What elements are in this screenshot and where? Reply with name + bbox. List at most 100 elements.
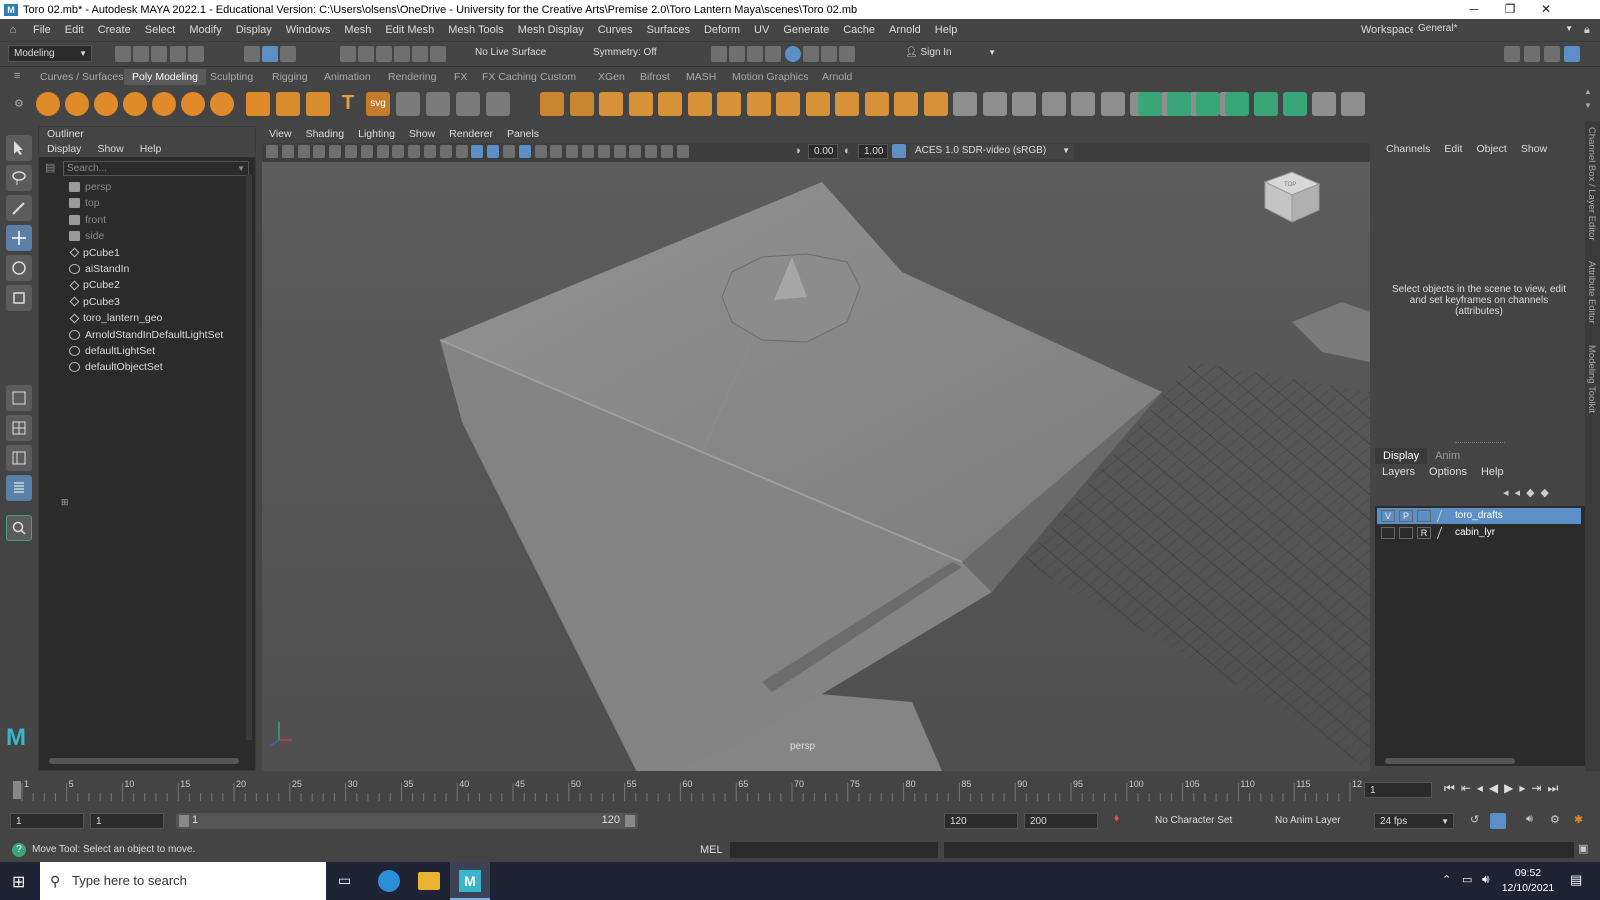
layer-menu-layers[interactable]: Layers (1375, 464, 1422, 480)
camera-attributes-icon[interactable] (281, 145, 294, 158)
poly-sphere-icon[interactable] (36, 92, 60, 116)
playback-end-field[interactable]: 120 (944, 813, 1018, 829)
minimize-icon[interactable]: ─ (1456, 0, 1492, 19)
sweep-mesh-icon[interactable] (276, 92, 300, 116)
depth-of-field-icon[interactable] (613, 145, 626, 158)
render-view-icon[interactable] (711, 46, 727, 62)
layer-tab-anim[interactable]: Anim (1427, 448, 1468, 464)
script-editor-icon[interactable]: ▣ (1578, 842, 1588, 855)
menu-uv[interactable]: UV (747, 19, 776, 41)
layer-playback-toggle[interactable]: P (1399, 510, 1413, 522)
network-icon[interactable]: ▭ (1462, 873, 1472, 886)
render-frame-icon[interactable] (729, 46, 745, 62)
save-scene-icon[interactable] (151, 46, 167, 62)
restore-icon[interactable]: ❐ (1492, 0, 1528, 19)
shelf-scroll-up-icon[interactable]: ▲ (1584, 87, 1592, 96)
default-material-icon[interactable] (503, 145, 515, 158)
close-icon[interactable]: ✕ (1528, 0, 1564, 19)
viewport-menu-panels[interactable]: Panels (500, 126, 546, 143)
cache-playback-icon[interactable] (1490, 813, 1506, 829)
bookmarks-icon[interactable] (297, 145, 310, 158)
toggle-attribute-editor-icon[interactable] (1524, 46, 1540, 62)
scale-tool-icon[interactable] (6, 285, 32, 311)
append-icon[interactable] (835, 92, 859, 116)
collapse-icon[interactable] (894, 92, 918, 116)
safe-title-icon[interactable] (455, 145, 468, 158)
move-tool-icon[interactable] (6, 225, 32, 251)
shelf-tab-fx[interactable]: FX (446, 69, 475, 86)
anim-preferences-icon[interactable]: ⚙︎ (1550, 813, 1560, 826)
sound-icon[interactable]: 🔊︎ (1526, 813, 1533, 826)
shelf-tab-bifrost[interactable]: Bifrost (632, 69, 678, 86)
side-tab-channel-box-layer-editor[interactable]: Channel Box / Layer Editor (1586, 127, 1597, 241)
shadows-icon[interactable] (550, 145, 563, 158)
viewport-menu-shading[interactable]: Shading (299, 126, 352, 143)
menu-curves[interactable]: Curves (591, 19, 640, 41)
rotate-tool-icon[interactable] (6, 255, 32, 281)
wedge-icon[interactable] (953, 92, 977, 116)
multi-cut-icon[interactable] (426, 92, 450, 116)
viewport-menu-lighting[interactable]: Lighting (351, 126, 402, 143)
mirror-icon[interactable] (599, 92, 623, 116)
unfold-icon[interactable] (1254, 92, 1278, 116)
home-icon[interactable]: ⌂ (0, 24, 26, 36)
volume-icon[interactable]: 🔊︎ (1482, 872, 1490, 887)
outliner-menu-show[interactable]: Show (89, 141, 131, 157)
snap-curve-icon[interactable] (358, 46, 374, 62)
render-settings-icon[interactable] (765, 46, 781, 62)
file-explorer-icon[interactable] (418, 872, 440, 890)
outliner-horizontal-scrollbar[interactable] (49, 758, 239, 764)
layer-color-swatch[interactable] (1436, 527, 1452, 539)
shelf-tab-animation[interactable]: Animation (316, 69, 379, 86)
menu-display[interactable]: Display (229, 19, 279, 41)
go-to-end-icon[interactable]: ⏭ (1547, 781, 1558, 796)
clock-date[interactable]: 12/10/2021 (1500, 882, 1556, 894)
menu-surfaces[interactable]: Surfaces (640, 19, 697, 41)
select-camera-icon[interactable] (266, 145, 278, 158)
command-input[interactable] (730, 842, 938, 858)
smooth-shade-icon[interactable] (487, 145, 500, 158)
sign-in-button[interactable]: 👤︎ Sign In ▼ (900, 45, 1000, 62)
wireframe-icon[interactable] (471, 145, 484, 158)
shelf-tab-poly-modeling[interactable]: Poly Modeling (124, 69, 206, 86)
shelf-tab-curves-surfaces[interactable]: Curves / Surfaces (32, 69, 131, 86)
script-language-toggle[interactable]: MEL (700, 844, 723, 856)
snap-point-icon[interactable] (376, 46, 392, 62)
anti-aliasing-icon[interactable] (597, 145, 610, 158)
menuset-dropdown[interactable]: Modeling ▼ (8, 45, 92, 62)
film-gate-icon[interactable] (376, 145, 389, 158)
target-weld-icon[interactable] (456, 92, 480, 116)
layer-row-cabin-lyr[interactable]: Rcabin_lyr (1377, 525, 1581, 541)
poly-helix-icon[interactable] (306, 92, 330, 116)
shelf-tab-arnold[interactable]: Arnold (814, 69, 860, 86)
light-editor-icon[interactable] (821, 46, 837, 62)
field-chart-icon[interactable] (424, 145, 436, 158)
outliner-item-defaultobjectset[interactable]: defaultObjectSet (69, 359, 163, 375)
layer-scrollbar[interactable] (1385, 758, 1515, 764)
shelf-tab-mash[interactable]: MASH (678, 69, 724, 86)
playback-start-field[interactable]: 1 (90, 813, 164, 829)
search-dropdown-icon[interactable]: ▼ (237, 162, 245, 175)
layer-display-type-toggle[interactable] (1417, 510, 1431, 522)
gamma-field[interactable]: 1.00 (858, 144, 888, 159)
character-control-icon[interactable]: ✱ (1574, 813, 1583, 826)
triangulate-icon[interactable] (1071, 92, 1095, 116)
2d-pan-zoom-icon[interactable] (329, 145, 342, 158)
anim-layer-dropdown[interactable]: No Anim Layer (1270, 813, 1366, 829)
menu-mesh[interactable]: Mesh (337, 19, 378, 41)
circularize-icon[interactable] (1012, 92, 1036, 116)
snap-pivot-icon[interactable] (430, 46, 446, 62)
snap-view-icon[interactable] (394, 46, 410, 62)
platonic-solid-icon[interactable] (246, 92, 270, 116)
chamfer-icon[interactable] (982, 92, 1007, 116)
shelf-tab-sculpting[interactable]: Sculpting (202, 69, 261, 86)
snap-grid-icon[interactable] (340, 46, 356, 62)
poly-disc-icon[interactable] (210, 92, 234, 116)
menu-cache[interactable]: Cache (836, 19, 882, 41)
shelf-tab-custom[interactable]: Custom (532, 69, 584, 86)
go-to-start-icon[interactable]: ⏮ (1444, 781, 1455, 796)
extrude-icon[interactable] (746, 92, 771, 116)
layer-display-type-toggle[interactable]: R (1417, 527, 1431, 539)
poly-torus-icon[interactable] (152, 92, 176, 116)
taskbar-search-input[interactable]: ⚲ Type here to search (40, 862, 326, 900)
